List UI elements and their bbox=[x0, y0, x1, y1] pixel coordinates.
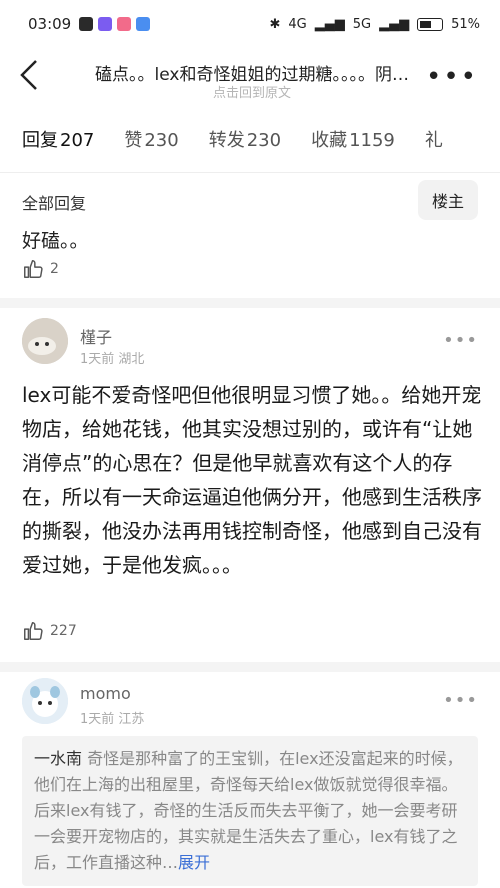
bluetooth-icon: ✱ bbox=[269, 16, 281, 32]
comment-text: lex可能不爱奇怪吧但他很明显习惯了她。。给她开宠物店，给她花钱，他其实没想过别… bbox=[22, 383, 482, 577]
app-notification-icon bbox=[98, 17, 113, 31]
nested-reply-box[interactable]: 一水南 奇怪是那种富了的王宝钏，在lex还没富起来的时候，他们在上海的出租屋里，… bbox=[22, 736, 478, 886]
thumb-up-icon bbox=[24, 622, 43, 640]
tab-likes[interactable]: 赞 230 bbox=[124, 126, 178, 152]
thumb-up-icon bbox=[24, 260, 43, 278]
tab-bar: 回复 207 赞 230 转发 230 收藏 1159 礼 bbox=[22, 126, 500, 152]
comment-meta: 1天前 江苏 bbox=[80, 712, 145, 727]
signal-icon: ▂▄▆ bbox=[379, 16, 410, 32]
signal-5g-label: 5G bbox=[352, 16, 372, 32]
app-notification-icon bbox=[136, 17, 151, 31]
expand-link[interactable]: 展开 bbox=[178, 853, 210, 872]
battery-level: 51% bbox=[451, 16, 480, 32]
op-reply-text: 好磕。。 bbox=[22, 230, 89, 252]
all-replies-label: 全部回复 bbox=[22, 194, 87, 213]
back-arrow-icon[interactable] bbox=[18, 58, 40, 98]
comment-like-button[interactable]: 227 bbox=[22, 620, 77, 642]
status-time: 03:09 bbox=[28, 15, 72, 33]
tab-replies[interactable]: 回复 207 bbox=[22, 126, 94, 152]
divider bbox=[0, 172, 500, 173]
back-to-original-link[interactable]: 点击回到原文 bbox=[62, 82, 442, 101]
tab-favorites[interactable]: 收藏 1159 bbox=[311, 126, 395, 152]
notification-icons bbox=[79, 17, 151, 31]
signal-icon: ▂▄▆ bbox=[314, 16, 345, 32]
more-options-icon[interactable]: ••• bbox=[426, 62, 478, 92]
reply-author[interactable]: 一水南 bbox=[34, 749, 82, 768]
like-count: 227 bbox=[50, 623, 77, 639]
op-only-button[interactable]: 楼主 bbox=[417, 180, 478, 220]
comment-meta: 1天前 湖北 bbox=[80, 352, 145, 367]
username[interactable]: 槿子 bbox=[80, 324, 112, 348]
username[interactable]: momo bbox=[80, 684, 131, 703]
status-bar: 03:09 ✱ 4G ▂▄▆ 5G ▂▄▆ 51% bbox=[0, 0, 500, 48]
app-notification-icon bbox=[117, 17, 132, 31]
more-options-icon[interactable]: ••• bbox=[443, 690, 478, 711]
op-like-button[interactable]: 2 bbox=[22, 258, 59, 280]
avatar[interactable] bbox=[22, 318, 68, 364]
signal-4g-label: 4G bbox=[288, 16, 307, 32]
reply-text: 奇怪是那种富了的王宝钏，在lex还没富起来的时候，他们在上海的出租屋里，奇怪每天… bbox=[34, 749, 463, 872]
like-count: 2 bbox=[50, 261, 59, 277]
tab-reposts[interactable]: 转发 230 bbox=[209, 126, 281, 152]
tab-gifts[interactable]: 礼 bbox=[425, 126, 443, 152]
avatar[interactable] bbox=[22, 678, 68, 724]
app-notification-icon bbox=[79, 17, 94, 31]
battery-icon bbox=[417, 17, 444, 31]
more-options-icon[interactable]: ••• bbox=[443, 330, 478, 351]
section-gap bbox=[0, 298, 500, 308]
header: 磕点。。lex和奇怪姐姐的过期糖。。。。阴… 点击回到原文 ••• bbox=[0, 48, 500, 104]
section-gap bbox=[0, 662, 500, 672]
